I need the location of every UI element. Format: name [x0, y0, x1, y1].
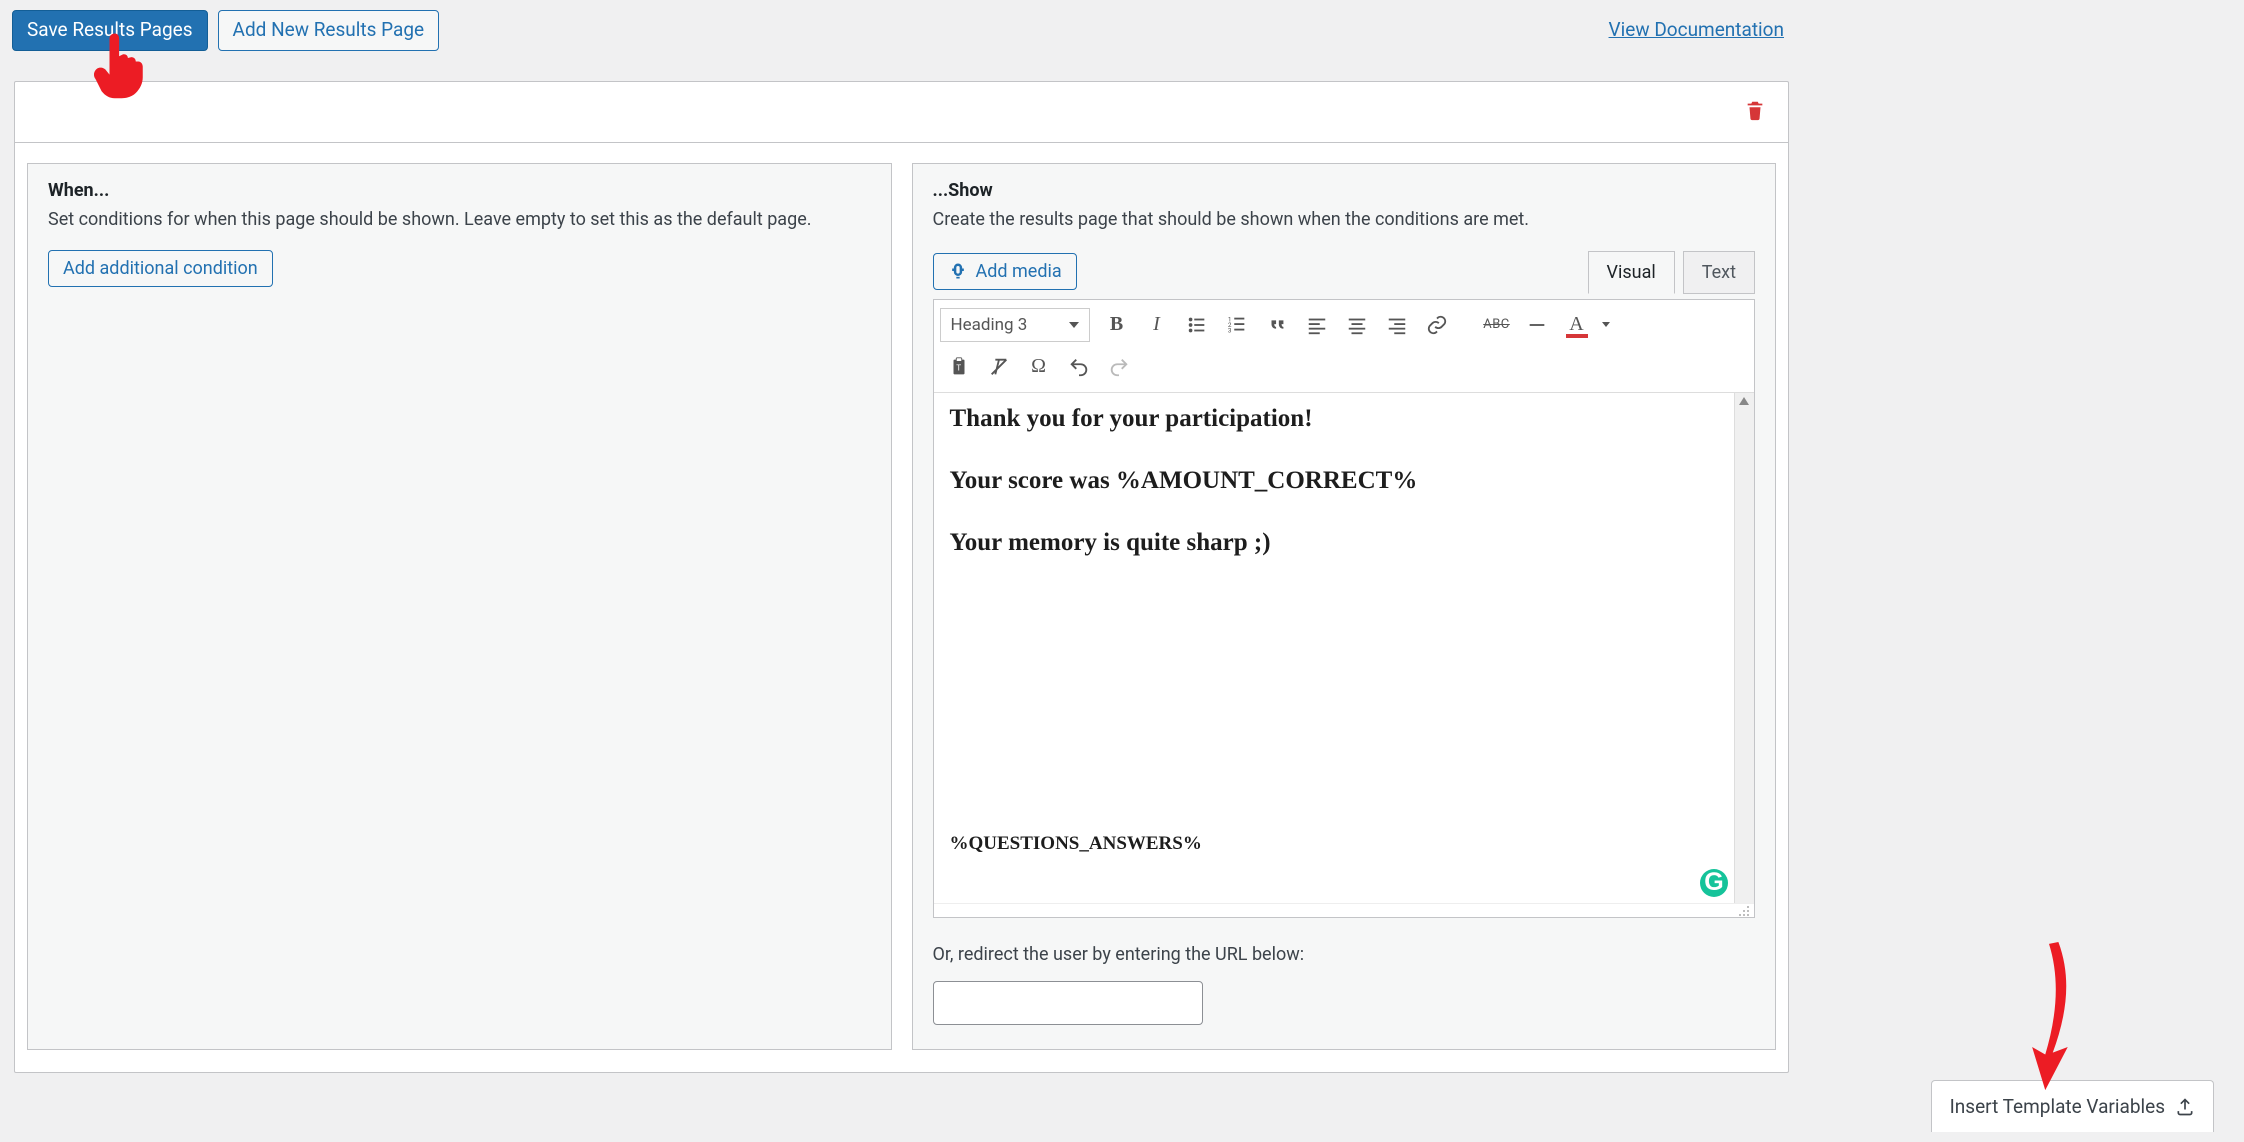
resize-grip[interactable] [934, 903, 1755, 917]
insert-template-variables-button[interactable]: Insert Template Variables [1931, 1080, 2214, 1132]
redirect-url-input[interactable] [933, 981, 1203, 1025]
save-button[interactable]: Save Results Pages [12, 10, 208, 51]
editor-tabs: Visual Text [1588, 250, 1755, 293]
add-condition-button[interactable]: Add additional condition [48, 250, 273, 287]
down-arrow-icon [2019, 942, 2079, 1092]
clear-formatting-button[interactable] [980, 348, 1018, 386]
heading-select[interactable]: Heading 3 [940, 308, 1090, 342]
when-description: Set conditions for when this page should… [48, 207, 871, 232]
align-right-button[interactable] [1378, 306, 1416, 344]
svg-text:T: T [956, 364, 961, 374]
when-pane: When... Set conditions for when this pag… [27, 163, 892, 1050]
card-header [15, 82, 1788, 142]
text-color-caret[interactable] [1598, 322, 1614, 327]
strikethrough-button[interactable]: ABC [1478, 306, 1516, 344]
special-char-button[interactable]: Ω [1020, 348, 1058, 386]
view-documentation-link[interactable]: View Documentation [1609, 18, 1784, 41]
media-icon [948, 261, 968, 281]
grammarly-icon[interactable]: G [1700, 869, 1728, 897]
numbered-list-button[interactable]: 123 [1218, 306, 1256, 344]
trash-icon[interactable] [1744, 98, 1766, 126]
insert-template-variables-label: Insert Template Variables [1950, 1095, 2165, 1118]
undo-button[interactable] [1060, 348, 1098, 386]
show-title: ...Show [933, 180, 1756, 201]
content-line-2: Your score was %AMOUNT_CORRECT% [950, 467, 1719, 495]
editor-toolbar: Heading 3 B I 123 [934, 300, 1755, 393]
italic-button[interactable]: I [1138, 306, 1176, 344]
upload-icon [2175, 1097, 2195, 1117]
tab-text[interactable]: Text [1683, 251, 1755, 294]
top-toolbar: Save Results Pages Add New Results Page … [0, 0, 2244, 51]
editor-scrollbar[interactable] [1734, 393, 1754, 903]
editor-content[interactable]: Thank you for your participation! Your s… [934, 393, 1735, 903]
align-left-button[interactable] [1298, 306, 1336, 344]
show-description: Create the results page that should be s… [933, 207, 1756, 232]
when-title: When... [48, 180, 871, 201]
results-page-card: When... Set conditions for when this pag… [14, 81, 1789, 1073]
show-pane: ...Show Create the results page that sho… [912, 163, 1777, 1050]
redo-button[interactable] [1100, 348, 1138, 386]
add-results-page-button[interactable]: Add New Results Page [218, 10, 440, 51]
redirect-label: Or, redirect the user by entering the UR… [933, 944, 1756, 965]
link-button[interactable] [1418, 306, 1456, 344]
content-bottom: %QUESTIONS_ANSWERS% [950, 833, 1202, 855]
svg-text:3: 3 [1227, 326, 1231, 334]
wysiwyg-editor: Heading 3 B I 123 [933, 299, 1756, 918]
text-color-button[interactable]: A [1558, 306, 1596, 344]
blockquote-button[interactable] [1258, 306, 1296, 344]
add-media-label: Add media [976, 261, 1062, 282]
add-media-button[interactable]: Add media [933, 253, 1077, 290]
bold-button[interactable]: B [1098, 306, 1136, 344]
align-center-button[interactable] [1338, 306, 1376, 344]
content-line-1: Thank you for your participation! [950, 405, 1719, 433]
tab-visual[interactable]: Visual [1588, 251, 1675, 294]
paste-text-button[interactable]: T [940, 348, 978, 386]
bullet-list-button[interactable] [1178, 306, 1216, 344]
horizontal-rule-button[interactable] [1518, 306, 1556, 344]
content-line-3: Your memory is quite sharp ;) [950, 529, 1719, 557]
